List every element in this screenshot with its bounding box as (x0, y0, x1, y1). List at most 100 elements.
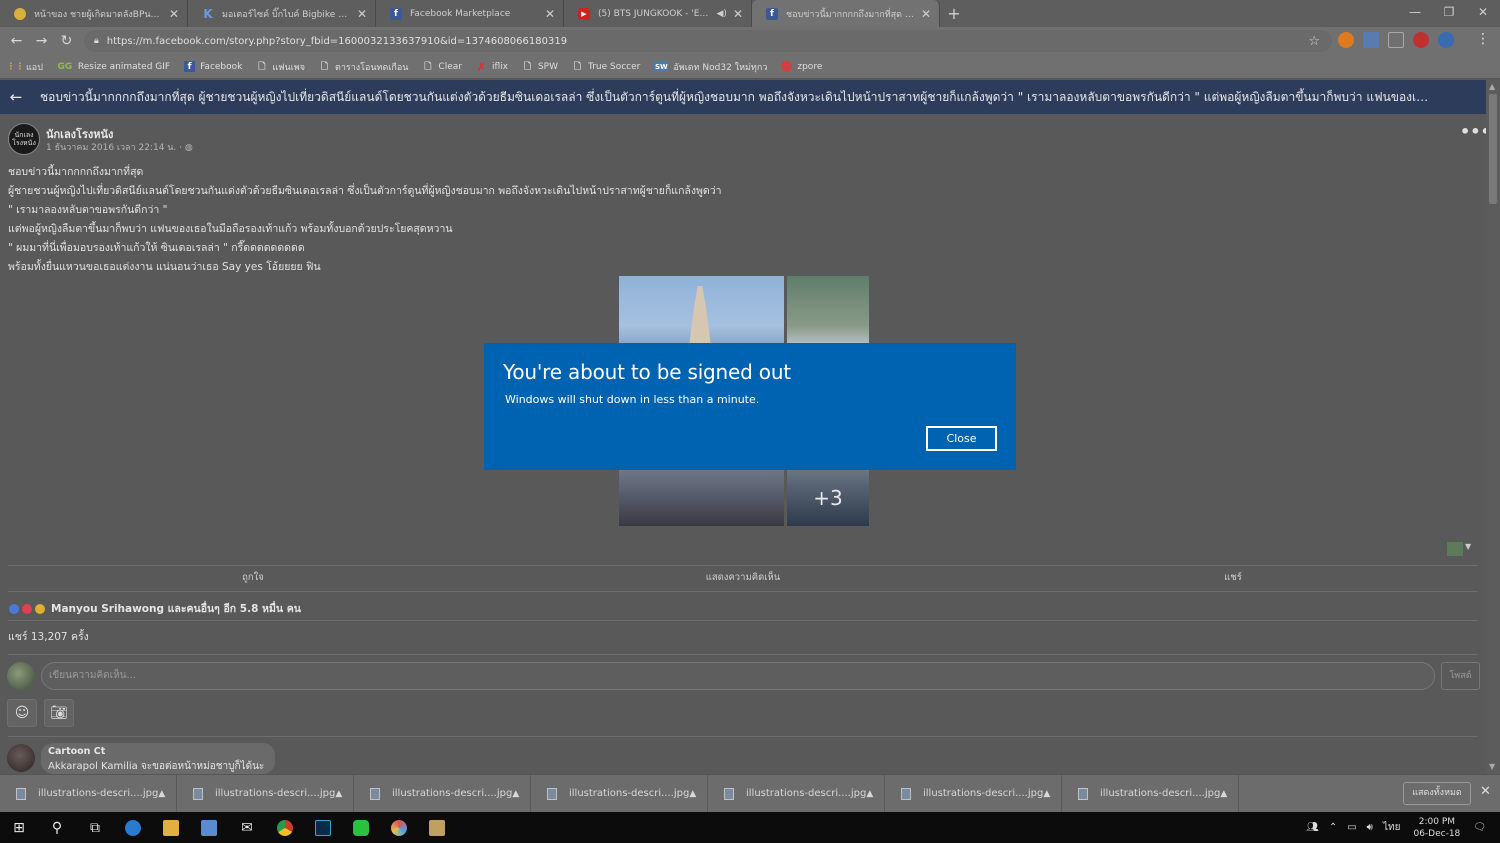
app-button[interactable] (380, 812, 418, 843)
line-button[interactable] (342, 812, 380, 843)
close-tab-icon[interactable]: ✕ (921, 7, 931, 21)
download-item[interactable]: illustrations-descri....jpg ▲ (0, 774, 177, 813)
start-button[interactable]: ⊞ (0, 812, 38, 843)
store-button[interactable] (190, 812, 228, 843)
page-avatar[interactable]: นักเลง โรงหนัง (8, 123, 40, 155)
reload-icon[interactable]: ↻ (54, 33, 79, 49)
chrome-menu-icon[interactable]: ⋮ (1476, 31, 1490, 47)
edge-button[interactable] (114, 812, 152, 843)
comment-button[interactable]: แสดงความคิดเห็น (498, 567, 988, 589)
browser-tab-4[interactable]: ▶ (5) BTS JUNGKOOK - 'EUPH ◀) ✕ (564, 0, 752, 27)
extension-orange-icon[interactable] (1338, 32, 1354, 48)
minimize-icon[interactable]: — (1398, 0, 1432, 27)
close-tab-icon[interactable]: ✕ (545, 7, 555, 21)
share-count[interactable]: แชร์ 13,207 ครั้ง (8, 628, 89, 645)
post-comment-button[interactable]: โพสต์ (1441, 662, 1480, 690)
chrome-button[interactable] (266, 812, 304, 843)
close-window-icon[interactable]: ✕ (1466, 0, 1500, 27)
maximize-icon[interactable]: ❐ (1432, 0, 1466, 27)
translate-icon[interactable] (1363, 32, 1379, 48)
photoshop-button[interactable] (304, 812, 342, 843)
back-arrow-icon[interactable]: ← (0, 88, 32, 106)
new-tab-button[interactable]: + (940, 0, 968, 27)
task-view-button[interactable]: ⧉ (76, 812, 114, 843)
chevron-up-icon[interactable]: ▲ (158, 789, 165, 799)
photo-button[interactable]: 📷︎ (44, 699, 74, 727)
commenter-name[interactable]: Cartoon Ct (48, 746, 268, 757)
profile-avatar-icon[interactable] (1438, 32, 1454, 48)
chevron-up-icon[interactable]: ⌃ (1329, 822, 1337, 833)
comment-text: Akkarapol Kamilia จะขอต่อหน้าหม่อชาบูก็ไ… (48, 761, 265, 772)
show-all-downloads-button[interactable]: แสดงทั้งหมด (1403, 782, 1471, 805)
chevron-down-icon: ▼ (1465, 542, 1472, 551)
download-item[interactable]: illustrations-descri....jpg ▲ (1062, 774, 1239, 813)
like-button[interactable]: ถูกใจ (8, 567, 498, 589)
post-line: ชอบข่าวนี้มากกกกถึงมากที่สุด (8, 166, 144, 178)
notification-icon[interactable]: 🗨︎ (1473, 822, 1486, 833)
emoji-button[interactable]: ☺ (7, 699, 37, 727)
browser-tab-3[interactable]: f Facebook Marketplace ✕ (376, 0, 564, 27)
download-item[interactable]: illustrations-descri....jpg ▲ (885, 774, 1062, 813)
download-item[interactable]: illustrations-descri....jpg ▲ (177, 774, 354, 813)
bookmark-fanpage[interactable]: 🗋 แฟนเพจ (256, 60, 305, 74)
close-tab-icon[interactable]: ✕ (357, 7, 367, 21)
address-bar[interactable]: 🔒︎ https://m.facebook.com/story.php?stor… (84, 30, 1332, 52)
browser-tab-5[interactable]: f ชอบข่าวนี้มากกกกถึงมากที่สุด ผู้ชายช ✕ (752, 0, 940, 27)
scrollbar-thumb[interactable] (1489, 94, 1497, 204)
extension-red-icon[interactable] (1413, 32, 1429, 48)
download-item[interactable]: illustrations-descri....jpg ▲ (354, 774, 531, 813)
people-icon[interactable]: 👥︎ (1306, 822, 1319, 833)
bookmark-zpore[interactable]: zpore (781, 61, 822, 72)
network-icon[interactable]: ▭ (1347, 822, 1356, 833)
download-item[interactable]: illustrations-descri....jpg ▲ (708, 774, 885, 813)
close-tab-icon[interactable]: ✕ (733, 7, 743, 21)
browser-tab-2[interactable]: K มอเตอร์ไซค์ บิ๊กไบค์ Bigbike ใน กรุงเ … (188, 0, 376, 27)
k-favicon-icon: K (203, 6, 213, 21)
reactions-summary[interactable]: Manyou Srihawong และคนอื่นๆ อีก 5.8 หมื่… (8, 600, 301, 617)
back-arrow-icon[interactable]: ← (4, 33, 29, 49)
chevron-up-icon[interactable]: ▲ (689, 789, 696, 799)
audio-playing-icon[interactable]: ◀) (717, 9, 727, 19)
edge-icon (125, 819, 141, 836)
close-tab-icon[interactable]: ✕ (169, 7, 179, 21)
extension-a-icon[interactable] (1388, 32, 1404, 48)
bookmark-star-icon[interactable]: ☆ (1308, 34, 1320, 49)
chevron-up-icon[interactable]: ▲ (866, 789, 873, 799)
bookmark-resize-gif[interactable]: GG Resize animated GIF (57, 61, 171, 72)
chevron-up-icon[interactable]: ▲ (335, 789, 342, 799)
close-downloads-icon[interactable]: ✕ (1480, 784, 1491, 799)
page-scrollbar[interactable]: ▲ ▼ (1486, 80, 1500, 774)
forward-arrow-icon[interactable]: → (29, 33, 54, 49)
love-reaction-icon (21, 602, 33, 615)
search-button[interactable]: ⚲ (38, 812, 76, 843)
tool-button[interactable] (418, 812, 456, 843)
bookmark-apps[interactable]: ⋮⋮ แอป (7, 60, 43, 74)
close-button[interactable]: Close (926, 426, 997, 451)
commenter-avatar[interactable] (7, 744, 35, 772)
volume-icon[interactable]: 🔊︎ (1367, 822, 1373, 833)
bookmark-table[interactable]: 🗋 ตารางโอนทดเกือน (319, 60, 409, 74)
scroll-down-icon[interactable]: ▼ (1489, 762, 1495, 771)
comment-bubble: Cartoon Ct Akkarapol Kamilia จะขอต่อหน้า… (41, 743, 275, 774)
mail-button[interactable]: ✉ (228, 812, 266, 843)
share-button[interactable]: แชร์ (988, 567, 1478, 589)
chevron-up-icon[interactable]: ▲ (1043, 789, 1050, 799)
chevron-up-icon[interactable]: ▲ (1220, 789, 1227, 799)
bookmark-spw[interactable]: 🗋 SPW (522, 61, 558, 72)
post-date[interactable]: 1 ธันวาคม 2016 เวลา 22:14 น. · ◍ (46, 140, 193, 154)
clock[interactable]: 2:00 PM 06-Dec-18 (1413, 816, 1460, 840)
bookmark-true-soccer[interactable]: 🗋 True Soccer (572, 61, 640, 72)
reaction-selector[interactable]: ▼ (1447, 542, 1475, 558)
scroll-up-icon[interactable]: ▲ (1489, 82, 1495, 91)
bookmark-facebook[interactable]: f Facebook (184, 61, 242, 72)
bookmark-nod32[interactable]: SW อัพเดท Nod32 ใหม่ทุกว (654, 60, 767, 74)
browser-tab-1[interactable]: หน้าของ ชายผู้เกิดมาดลังBPนดังกีตาบ์ ✕ (0, 0, 188, 27)
chevron-up-icon[interactable]: ▲ (512, 789, 519, 799)
explorer-button[interactable] (152, 812, 190, 843)
download-item[interactable]: illustrations-descri....jpg ▲ (531, 774, 708, 813)
lock-icon[interactable]: 🔒︎ (94, 36, 99, 46)
bookmark-iflix[interactable]: ✗ iflix (476, 60, 508, 74)
comment-input[interactable]: เขียนความคิดเห็น... (41, 662, 1435, 690)
bookmark-clear[interactable]: 🗋 Clear (422, 61, 462, 72)
language-indicator[interactable]: ไทย (1383, 820, 1400, 835)
